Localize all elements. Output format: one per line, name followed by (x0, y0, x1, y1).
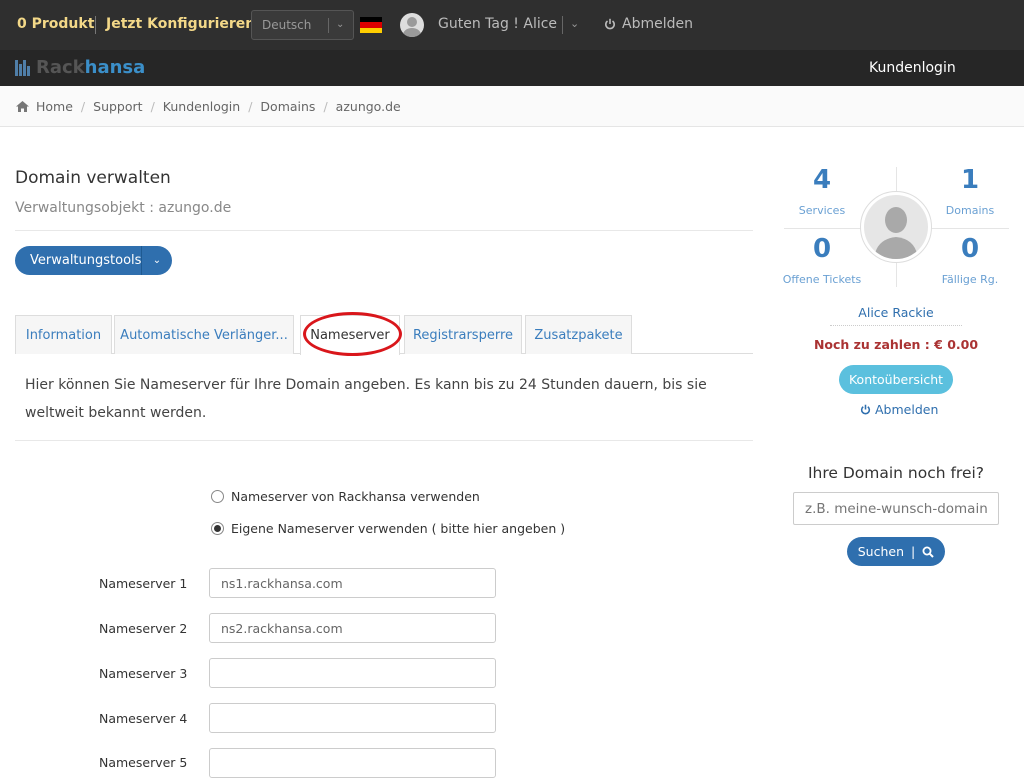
divider (328, 18, 329, 33)
account-overview-button[interactable]: Kontoübersicht (839, 365, 953, 394)
breadcrumb: Home / Support / Kundenlogin / Domains /… (0, 86, 1024, 127)
user-greeting[interactable]: Guten Tag ! Alice (438, 16, 557, 32)
tab-registrar-lock[interactable]: Registrarsperre (404, 315, 522, 354)
breadcrumb-separator: / (80, 98, 86, 114)
language-select[interactable]: Deutsch ⌄ (251, 10, 354, 40)
tab-addons[interactable]: Zusatzpakete (525, 315, 632, 354)
stat-domains-label[interactable]: Domains (925, 204, 1015, 217)
breadcrumb-separator: / (150, 98, 155, 114)
avatar[interactable] (400, 13, 424, 37)
stat-tickets-count[interactable]: 0 (782, 234, 862, 264)
flag-stripe-gold (360, 27, 382, 33)
logo-text-part2: hansa (84, 57, 146, 78)
radio-default-nameservers[interactable]: Nameserver von Rackhansa verwenden (211, 489, 480, 504)
radio-custom-nameservers[interactable]: Eigene Nameserver verwenden ( bitte hier… (211, 521, 565, 536)
tab-auto-renewal[interactable]: Automatische Verlänger... (114, 315, 294, 354)
search-icon (922, 546, 934, 558)
management-tools-label: Verwaltungstools (30, 253, 142, 268)
breadcrumb-home[interactable]: Home (36, 99, 73, 114)
page-subtitle: Verwaltungsobjekt : azungo.de (15, 200, 232, 216)
nameserver-4-label: Nameserver 4 (99, 711, 188, 726)
nameserver-1-input[interactable] (209, 568, 496, 598)
configure-link[interactable]: Jetzt Konfigurieren (106, 16, 255, 32)
logo-text-part1: Rack (36, 57, 85, 78)
chevron-down-icon: ⌄ (152, 255, 162, 266)
domain-search-button[interactable]: Suchen | (847, 537, 945, 566)
stat-tickets-label[interactable]: Offene Tickets (777, 273, 867, 286)
radio-default-label: Nameserver von Rackhansa verwenden (231, 489, 480, 504)
brand-logo[interactable]: Rack hansa (15, 57, 145, 78)
radio-button-checked[interactable] (211, 522, 224, 535)
domain-search-input[interactable] (793, 492, 999, 525)
logout-link[interactable]: Abmelden (604, 16, 693, 32)
stat-services-label[interactable]: Services (777, 204, 867, 217)
divider: | (911, 544, 916, 559)
chevron-down-icon[interactable]: ⌄ (570, 17, 579, 30)
chevron-down-icon: ⌄ (336, 19, 345, 30)
power-icon (860, 404, 871, 415)
stat-services-count[interactable]: 4 (782, 165, 862, 195)
search-button-label: Suchen (857, 544, 905, 559)
nameserver-description: Hier können Sie Nameserver für Ihre Doma… (25, 377, 707, 421)
highlight-circle (303, 312, 402, 356)
nameserver-3-input[interactable] (209, 658, 496, 688)
breadcrumb-separator: / (323, 98, 328, 114)
radio-custom-label: Eigene Nameserver verwenden ( bitte hier… (231, 521, 566, 536)
sidebar-logout-link[interactable]: Abmelden (860, 402, 938, 417)
language-select-value: Deutsch (262, 18, 312, 32)
divider (15, 440, 753, 441)
domain-search-title: Ihre Domain noch frei? (807, 464, 985, 482)
nameserver-5-input[interactable] (209, 748, 496, 778)
divider (15, 230, 753, 231)
cart-product-count[interactable]: 0 Produkt (17, 16, 94, 32)
nameserver-2-label: Nameserver 2 (99, 621, 188, 636)
breadcrumb-support[interactable]: Support (93, 99, 142, 114)
breadcrumb-separator: / (248, 98, 253, 114)
stat-invoices-label[interactable]: Fällige Rg. (925, 273, 1015, 286)
stat-invoices-count[interactable]: 0 (930, 234, 1010, 264)
german-flag-icon (360, 17, 382, 33)
breadcrumb-domains[interactable]: Domains (260, 99, 315, 114)
power-icon (605, 18, 615, 30)
logo-bars-icon (15, 59, 31, 76)
home-icon (16, 100, 29, 112)
avatar (860, 191, 932, 263)
breadcrumb-current: azungo.de (335, 98, 401, 114)
management-tools-dropdown-button[interactable]: Verwaltungstools ⌄ (15, 246, 172, 275)
logout-label: Abmelden (622, 16, 693, 32)
nameserver-4-input[interactable] (209, 703, 496, 733)
sidebar-logout-label: Abmelden (875, 402, 939, 417)
breadcrumb-kundenlogin[interactable]: Kundenlogin (163, 99, 240, 114)
divider (562, 16, 563, 34)
nameserver-2-input[interactable] (209, 613, 496, 643)
radio-button[interactable] (211, 490, 224, 503)
nav-kundenlogin[interactable]: Kundenlogin (869, 60, 956, 76)
stat-domains-count[interactable]: 1 (930, 165, 1010, 195)
nameserver-3-label: Nameserver 3 (99, 666, 188, 681)
nameserver-1-label: Nameserver 1 (99, 576, 188, 591)
divider (95, 16, 96, 34)
page-title: Domain verwalten (15, 168, 171, 188)
top-bar: 0 Produkt Jetzt Konfigurieren Deutsch ⌄ … (0, 0, 1024, 50)
amount-due: Noch zu zahlen : € 0.00 (813, 337, 979, 352)
user-name[interactable]: Alice Rackie (830, 305, 962, 326)
tab-information[interactable]: Information (15, 315, 112, 354)
